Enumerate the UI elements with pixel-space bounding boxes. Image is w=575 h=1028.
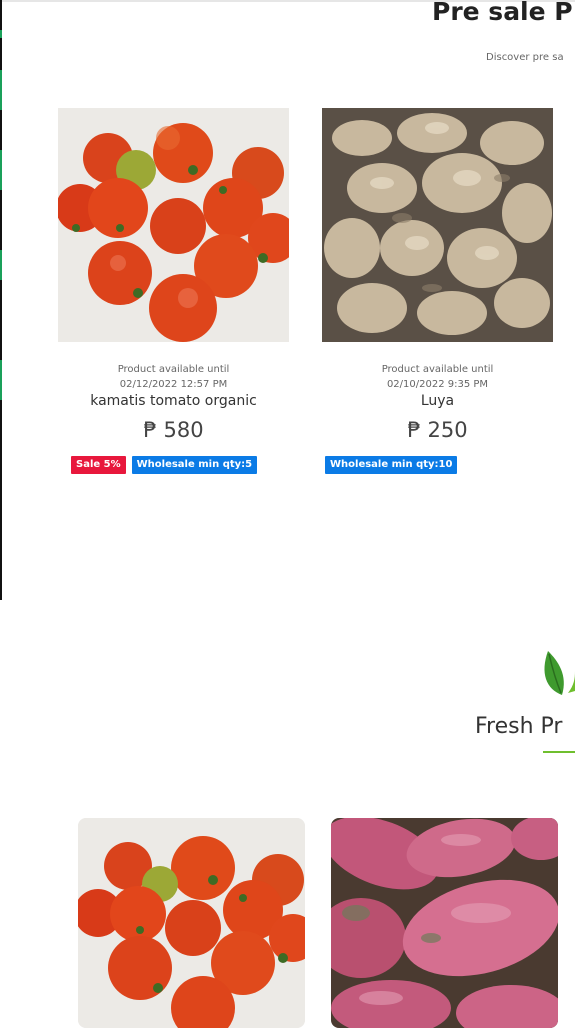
tomatoes-photo (58, 108, 289, 342)
wholesale-badge: Wholesale min qty:5 (131, 456, 258, 474)
tomatoes-photo (78, 818, 305, 1028)
left-edge-strip (0, 0, 2, 600)
product-card-tomato[interactable]: Product available until 02/12/2022 12:57… (58, 108, 289, 442)
product-image-tomato[interactable] (58, 108, 289, 342)
availability-label: Product available until (381, 364, 494, 375)
product-availability: Product available until 02/10/2022 9:35 … (322, 362, 553, 392)
product-name[interactable]: kamatis tomato organic (58, 393, 289, 409)
presale-section-subtitle: Discover pre sa (486, 52, 564, 63)
leaf-icon (544, 651, 575, 695)
availability-date: 02/10/2022 9:35 PM (386, 379, 489, 390)
availability-date: 02/12/2022 12:57 PM (119, 379, 228, 390)
ginger-photo (322, 108, 553, 342)
product-price: ₱ 250 (407, 418, 468, 442)
product-badges-ginger: Wholesale min qty:10 (325, 456, 458, 474)
availability-label: Product available until (117, 364, 230, 375)
wholesale-badge: Wholesale min qty:10 (325, 456, 458, 474)
fresh-section-title: Fresh Pr (475, 714, 563, 739)
product-price: ₱ 580 (143, 418, 204, 442)
fresh-product-card-tomato[interactable] (78, 818, 305, 1028)
presale-section-title: Pre sale P (432, 0, 573, 26)
sale-badge: Sale 5% (71, 456, 126, 474)
product-availability: Product available until 02/12/2022 12:57… (58, 362, 289, 392)
sweet-potato-photo (331, 818, 558, 1028)
section-title-underline (543, 751, 575, 753)
product-name[interactable]: Luya (322, 393, 553, 409)
fresh-product-card-sweet-potato[interactable] (331, 818, 558, 1028)
product-badges-tomato: Sale 5% Wholesale min qty:5 (71, 456, 258, 474)
product-image-ginger[interactable] (322, 108, 553, 342)
product-card-ginger[interactable]: Product available until 02/10/2022 9:35 … (322, 108, 553, 442)
